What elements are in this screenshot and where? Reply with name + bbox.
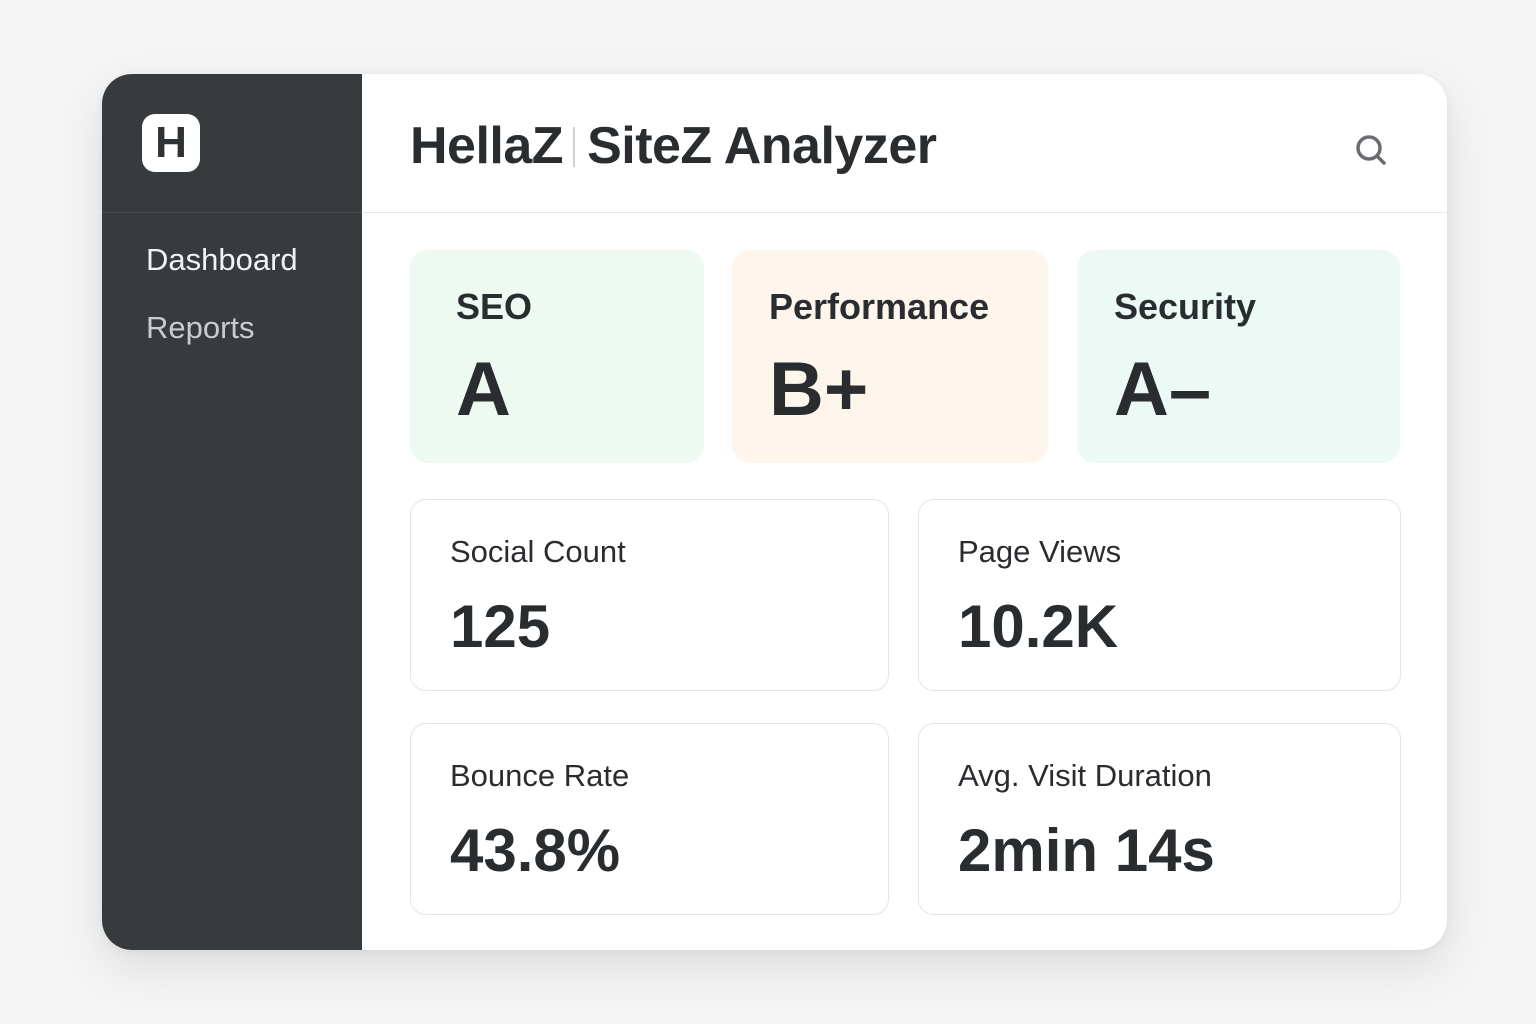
grade-value: B+ xyxy=(769,347,869,432)
title-separator xyxy=(573,127,576,167)
grade-card-security[interactable]: Security A– xyxy=(1077,250,1400,463)
stat-value: 10.2K xyxy=(958,593,1119,660)
page-title: HellaZ SiteZ Analyzer xyxy=(410,116,937,176)
stat-label: Bounce Rate xyxy=(450,758,630,793)
page-title-part2: SiteZ Analyzer xyxy=(587,117,937,175)
stat-value: 43.8% xyxy=(450,817,621,884)
search-icon[interactable] xyxy=(1351,130,1391,170)
logo-area: H xyxy=(102,74,362,213)
main-content: HellaZ SiteZ Analyzer SEO A Performance B… xyxy=(362,74,1447,950)
header: HellaZ SiteZ Analyzer xyxy=(362,74,1447,213)
stat-value: 125 xyxy=(450,593,551,660)
grade-label: Performance xyxy=(769,286,990,327)
page-title-part1: HellaZ xyxy=(410,117,564,175)
sidebar-nav: Dashboard Reports xyxy=(102,213,362,377)
sidebar: H Dashboard Reports xyxy=(102,74,362,950)
stat-value: 2min 14s xyxy=(958,817,1215,884)
grade-value: A xyxy=(456,347,511,432)
app-window: H Dashboard Reports HellaZ SiteZ Analyzer… xyxy=(102,74,1447,950)
sidebar-item-reports[interactable]: Reports xyxy=(102,309,362,377)
grade-card-performance[interactable]: Performance B+ xyxy=(732,250,1048,463)
stat-label: Social Count xyxy=(450,534,626,569)
sidebar-item-dashboard[interactable]: Dashboard xyxy=(102,241,362,309)
grade-value: A– xyxy=(1114,347,1212,432)
grade-label: SEO xyxy=(456,286,533,327)
stat-label: Avg. Visit Duration xyxy=(958,758,1212,793)
stat-card-bounce-rate[interactable]: Bounce Rate 43.8% xyxy=(410,723,889,915)
stat-card-page-views[interactable]: Page Views 10.2K xyxy=(918,499,1401,691)
app-logo[interactable]: H xyxy=(142,114,200,172)
stat-card-social-count[interactable]: Social Count 125 xyxy=(410,499,889,691)
stat-card-avg-visit-duration[interactable]: Avg. Visit Duration 2min 14s xyxy=(918,723,1401,915)
grade-card-seo[interactable]: SEO A xyxy=(410,250,704,463)
stat-label: Page Views xyxy=(958,534,1122,569)
grade-label: Security xyxy=(1114,286,1257,327)
